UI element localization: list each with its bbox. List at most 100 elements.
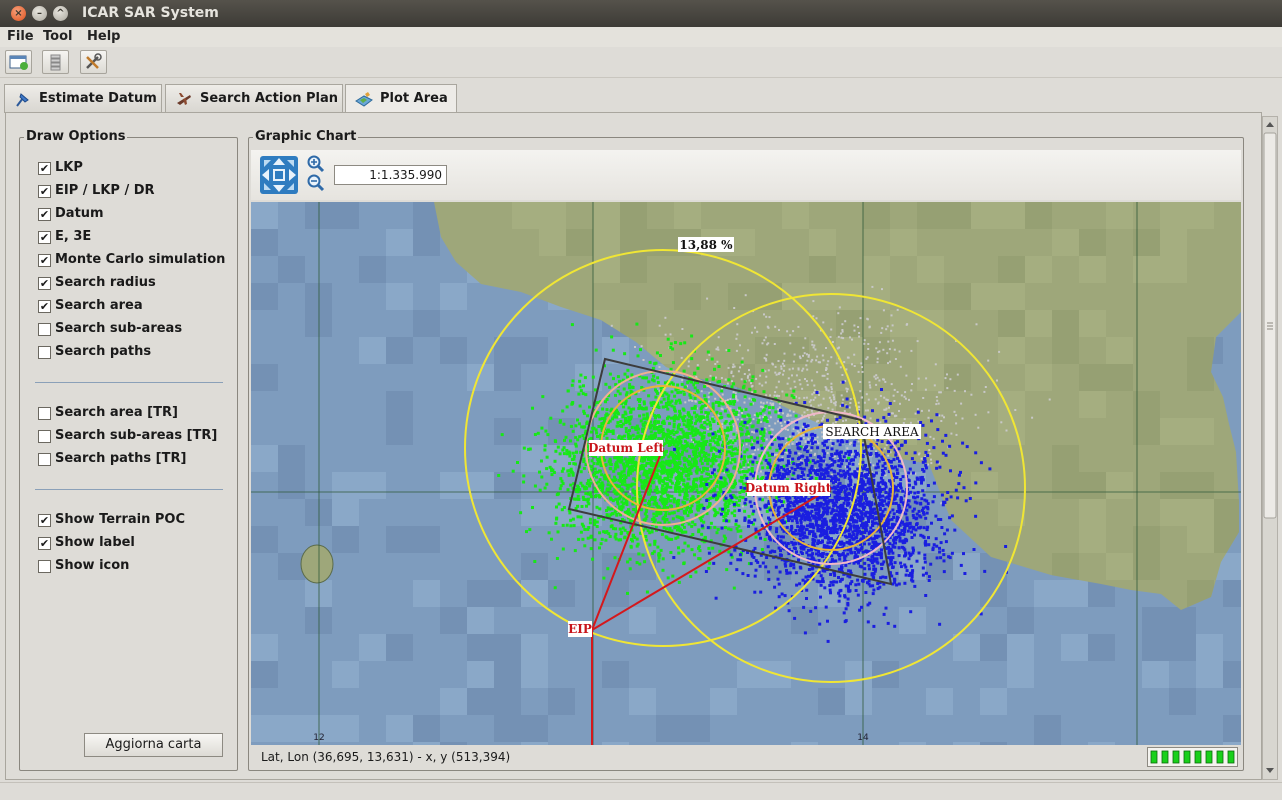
simulation-point [723,526,727,529]
simulation-point [759,374,762,377]
option-label: Search sub-areas [55,321,183,336]
simulation-point [680,467,683,471]
sea-tile [980,634,1007,661]
simulation-point [732,483,736,487]
simulation-point [929,452,932,455]
checkbox[interactable]: ✔ [38,162,51,175]
simulation-point [610,524,614,528]
terrain-tile [1160,418,1187,445]
simulation-point [779,422,782,425]
simulation-point [649,401,653,405]
simulation-point [583,487,587,491]
sea-tile [278,472,305,499]
simulation-point [955,422,958,425]
checkbox[interactable]: ✔ [38,231,51,244]
zoom-in-icon[interactable] [307,155,325,173]
simulation-point [699,484,703,488]
simulation-point [610,507,614,511]
simulation-point [666,493,670,497]
simulation-point [657,559,661,563]
simulation-point [564,435,568,439]
simulation-point [629,544,633,548]
simulation-point [880,567,884,571]
menu-tool[interactable]: Tool [43,29,72,44]
simulation-point [822,321,825,324]
simulation-point [876,361,879,364]
tab-search-action-plan[interactable]: Search Action Plan [165,84,343,113]
simulation-point [573,462,577,466]
new-window-button[interactable] [5,50,32,74]
minimize-icon[interactable]: – [32,6,47,21]
simulation-point [563,438,566,442]
scale-field[interactable]: 1:1.335.990 [334,165,447,185]
simulation-point [897,459,901,463]
simulation-point [752,556,756,559]
checkbox[interactable]: ✔ [38,277,51,290]
simulation-point [500,433,504,437]
checkbox[interactable]: ✔ [38,208,51,221]
terrain-tile [1052,310,1079,337]
checkbox[interactable] [38,453,51,466]
simulation-point [617,497,621,501]
close-icon[interactable]: × [11,6,26,21]
simulation-point [883,396,886,399]
simulation-point [669,342,673,346]
terrain-tile [1160,202,1187,229]
simulation-point [592,462,596,465]
maximize-icon[interactable]: ^ [53,6,68,21]
simulation-point [575,488,579,491]
simulation-point [594,348,598,352]
simulation-point [712,488,716,492]
option-label: Search paths [55,344,152,359]
checkbox[interactable]: ✔ [38,254,51,267]
checkbox[interactable] [38,430,51,443]
menu-help[interactable]: Help [87,29,120,44]
simulation-point [570,383,574,387]
simulation-point [705,415,709,419]
map-canvas[interactable]: 13,88 % SEARCH AREA Datum Left Datum Rig… [251,202,1241,745]
zoom-out-icon[interactable] [307,174,325,192]
simulation-point [903,395,906,398]
simulation-point [836,527,840,531]
simulation-point [615,513,619,517]
checkbox[interactable] [38,346,51,359]
simulation-point [692,486,696,490]
tab-plot-area[interactable]: Plot Area [345,84,457,114]
checkbox[interactable]: ✔ [38,185,51,198]
simulation-point [660,429,664,433]
layers-button[interactable] [42,50,69,74]
simulation-point [558,487,562,491]
simulation-point [903,581,907,585]
checkbox[interactable] [38,323,51,336]
simulation-point [739,366,741,369]
simulation-point [544,429,548,433]
simulation-point [603,458,607,462]
tools-button[interactable] [80,50,107,74]
pan-arrows-icon[interactable] [259,155,299,195]
simulation-point [810,446,814,450]
simulation-point [953,389,956,392]
simulation-point [860,474,864,477]
checkbox[interactable]: ✔ [38,300,51,313]
simulation-point [738,470,742,474]
simulation-point [666,576,670,580]
simulation-point [923,556,927,560]
simulation-point [817,419,820,422]
checkbox[interactable] [38,560,51,573]
simulation-point [736,558,740,562]
simulation-point [598,417,602,421]
checkbox[interactable]: ✔ [38,514,51,527]
simulation-point [753,414,756,416]
graphic-chart-title: Graphic Chart [253,129,359,144]
checkbox[interactable] [38,407,51,420]
simulation-point [543,448,547,452]
simulation-point [876,351,879,354]
simulation-point [686,411,690,415]
simulation-point [811,343,814,346]
menu-file[interactable]: File [7,29,34,44]
checkbox[interactable]: ✔ [38,537,51,550]
simulation-point [975,323,978,326]
refresh-map-button[interactable]: Aggiorna carta [84,733,223,757]
tab-estimate-datum[interactable]: Estimate Datum [4,84,162,113]
terrain-tile [863,202,890,229]
